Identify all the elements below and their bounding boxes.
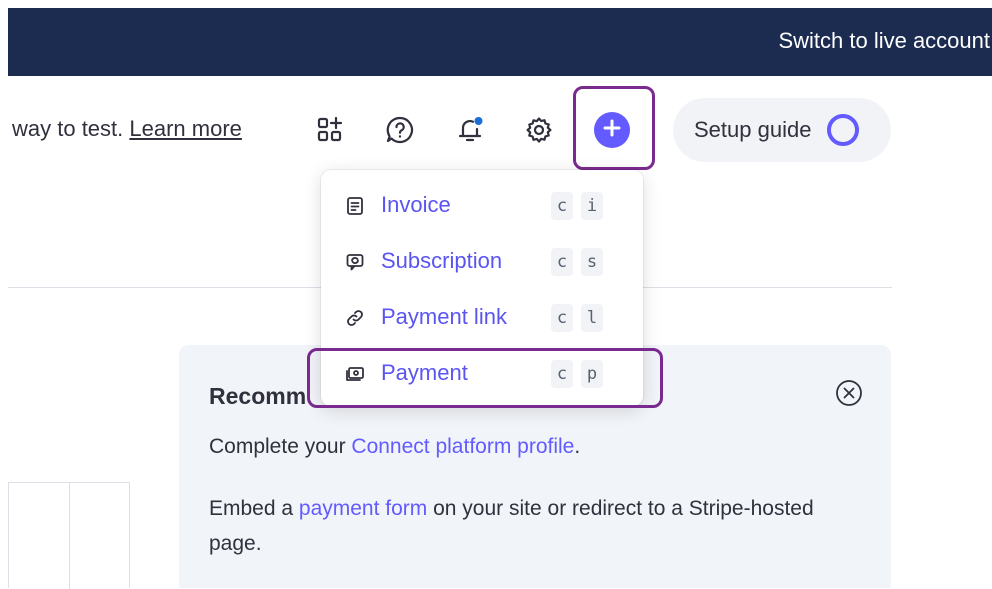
switch-to-live-link[interactable]: Switch to live account	[778, 28, 990, 54]
create-button[interactable]	[594, 112, 630, 148]
card-line-connect: Complete your Connect platform profile.	[209, 435, 580, 459]
table-column-divider	[69, 483, 70, 589]
menu-item-label: Subscription	[381, 248, 503, 273]
card-text: Complete your	[209, 435, 352, 458]
close-circle-icon	[835, 379, 863, 412]
table-fragment	[8, 482, 130, 589]
settings-button[interactable]	[519, 110, 559, 150]
setup-guide-button[interactable]: Setup guide	[673, 98, 891, 162]
shortcut-key: s	[581, 248, 603, 276]
menu-item-invoice[interactable]: Invoice c i	[321, 178, 643, 234]
gear-icon	[524, 115, 554, 145]
dismiss-button[interactable]	[834, 379, 864, 412]
window-edge	[0, 0, 8, 588]
menu-item-label: Invoice	[381, 192, 451, 217]
subscription-icon	[345, 252, 365, 272]
setup-guide-label: Setup guide	[694, 117, 812, 142]
shortcut-key: i	[581, 192, 603, 220]
link-icon	[345, 308, 365, 328]
payment-form-link[interactable]: payment form	[299, 497, 427, 520]
card-text: Embed a	[209, 497, 299, 520]
help-button[interactable]	[380, 110, 420, 150]
card-line-payment-form: Embed a payment form on your site or red…	[209, 491, 849, 561]
notifications-icon	[454, 114, 486, 146]
shortcut-key: l	[581, 304, 603, 332]
test-mode-banner: Switch to live account	[8, 8, 992, 76]
shortcut-key: c	[551, 248, 573, 276]
card-text: .	[574, 435, 581, 458]
notifications-button[interactable]	[450, 110, 490, 150]
menu-item-subscription[interactable]: Subscription c s	[321, 234, 643, 290]
help-icon	[385, 115, 415, 145]
plus-icon	[603, 119, 621, 142]
learn-more-link[interactable]: Learn more	[129, 116, 242, 141]
test-mode-notice: way to test. Learn more	[12, 116, 242, 142]
add-apps-button[interactable]	[310, 110, 350, 150]
payment-item-highlight	[307, 348, 663, 408]
connect-profile-link[interactable]: Connect platform profile	[351, 435, 574, 458]
menu-item-label: Payment link	[381, 304, 507, 329]
invoice-icon	[345, 196, 365, 216]
menu-item-payment-link[interactable]: Payment link c l	[321, 290, 643, 346]
shortcut-key: c	[551, 304, 573, 332]
card-title: Recomm	[209, 383, 307, 409]
progress-ring-icon	[827, 114, 860, 146]
add-apps-icon	[316, 116, 344, 144]
shortcut-key: c	[551, 192, 573, 220]
notice-text: way to test.	[12, 116, 130, 141]
